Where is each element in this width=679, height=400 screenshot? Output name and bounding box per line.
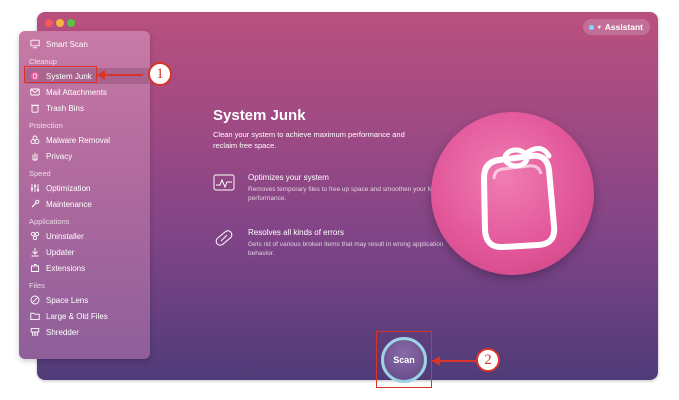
- trash-icon: [30, 103, 40, 113]
- biohazard-icon: [30, 135, 40, 145]
- section-cleanup: Cleanup: [29, 57, 57, 66]
- updater-icon: [30, 247, 40, 257]
- uninstaller-icon: [30, 231, 40, 241]
- extensions-icon: [30, 263, 40, 273]
- sidebar-item-label: Large & Old Files: [46, 311, 108, 321]
- sidebar-item-optimization[interactable]: Optimization: [19, 180, 150, 196]
- feature-1-desc: Removes temporary files to free up space…: [248, 186, 445, 202]
- performance-graph-icon: [213, 172, 235, 194]
- sidebar-item-label: Space Lens: [46, 295, 89, 305]
- monitor-icon: [30, 39, 40, 49]
- sidebar-item-trash-bins[interactable]: Trash Bins: [19, 100, 150, 116]
- sidebar-item-maintenance[interactable]: Maintenance: [19, 196, 150, 212]
- sidebar-item-label: Uninstaller: [46, 231, 84, 241]
- feature-1-title: Optimizes your system: [248, 173, 329, 182]
- sidebar-item-label: Maintenance: [46, 199, 92, 209]
- wrench-icon: [30, 199, 40, 209]
- space-lens-icon: [30, 295, 40, 305]
- section-applications: Applications: [29, 217, 70, 226]
- section-files: Files: [29, 281, 45, 290]
- sidebar-item-shredder[interactable]: Shredder: [19, 324, 150, 340]
- sliders-icon: [30, 183, 40, 193]
- sidebar-item-privacy[interactable]: Privacy: [19, 148, 150, 164]
- annotation-marker-1: 1: [148, 62, 172, 86]
- sidebar-item-malware-removal[interactable]: Malware Removal: [19, 132, 150, 148]
- sidebar-item-label: Trash Bins: [46, 103, 84, 113]
- system-junk-illustration: [431, 112, 594, 275]
- window-minimize-button[interactable]: [56, 19, 64, 27]
- section-protection: Protection: [29, 121, 63, 130]
- window-zoom-button[interactable]: [67, 19, 75, 27]
- annotation-arrowhead-2: [432, 356, 440, 366]
- hand-icon: [30, 151, 40, 161]
- scan-button[interactable]: Scan: [381, 337, 427, 383]
- folder-icon: [30, 311, 40, 321]
- annotation-highlight-system-junk: [24, 66, 97, 83]
- assistant-status-icon: [588, 24, 594, 30]
- sidebar-item-label: Optimization: [46, 183, 91, 193]
- sidebar-item-label: Shredder: [46, 327, 79, 337]
- sidebar-item-label: Smart Scan: [46, 39, 88, 49]
- tag-icon: [481, 146, 558, 251]
- section-speed: Speed: [29, 169, 51, 178]
- sidebar-item-space-lens[interactable]: Space Lens: [19, 292, 150, 308]
- page-description: Clean your system to achieve maximum per…: [213, 130, 405, 150]
- sidebar-item-mail-attachments[interactable]: Mail Attachments: [19, 84, 150, 100]
- sidebar-item-label: Extensions: [46, 263, 86, 273]
- sidebar-item-extensions[interactable]: Extensions: [19, 260, 150, 276]
- assistant-button[interactable]: ▾ Assistant: [582, 19, 650, 35]
- pill-icon: [213, 227, 235, 249]
- sidebar-item-label: Privacy: [46, 151, 73, 161]
- annotation-marker-2: 2: [476, 348, 500, 372]
- feature-2-desc: Gets rid of various broken items that ma…: [248, 241, 444, 257]
- chevron-down-icon: ▾: [597, 24, 601, 31]
- window-close-button[interactable]: [45, 19, 53, 27]
- mail-icon: [30, 87, 40, 97]
- sidebar-item-large-old-files[interactable]: Large & Old Files: [19, 308, 150, 324]
- page-title: System Junk: [213, 107, 306, 124]
- annotation-arrowhead-1: [97, 70, 105, 80]
- sidebar-item-uninstaller[interactable]: Uninstaller: [19, 228, 150, 244]
- sidebar-item-label: Mail Attachments: [46, 87, 107, 97]
- sidebar-item-label: Updater: [46, 247, 75, 257]
- sidebar-item-smart-scan[interactable]: Smart Scan: [19, 36, 150, 52]
- shredder-icon: [30, 327, 40, 337]
- sidebar-item-label: Malware Removal: [46, 135, 111, 145]
- feature-2-title: Resolves all kinds of errors: [248, 228, 345, 237]
- sidebar-item-updater[interactable]: Updater: [19, 244, 150, 260]
- assistant-label: Assistant: [604, 22, 643, 32]
